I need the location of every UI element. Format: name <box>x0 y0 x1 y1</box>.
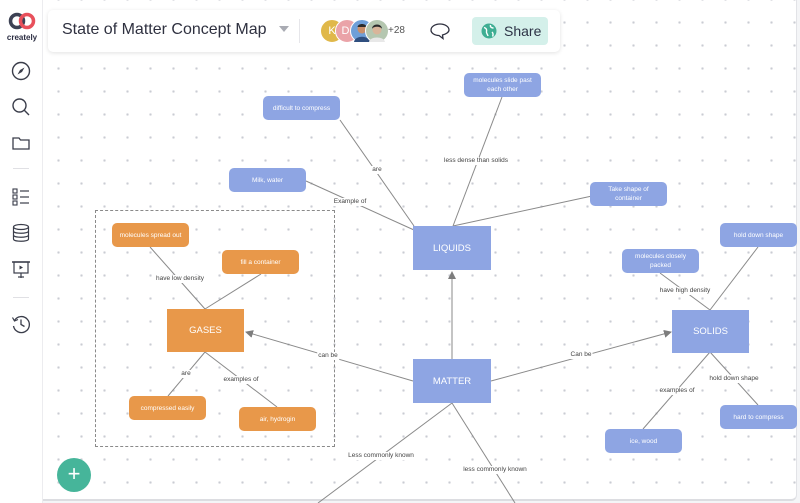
node-gases[interactable]: GASES <box>167 309 244 352</box>
node-fill-container[interactable]: fill a container <box>222 250 299 274</box>
edge-label: Example of <box>332 198 368 206</box>
edge-label: have high density <box>658 287 712 295</box>
share-button[interactable]: Share <box>472 17 548 45</box>
node-take-shape[interactable]: Take shape of container <box>590 182 667 206</box>
chevron-down-icon[interactable] <box>279 26 289 32</box>
edge-label: Less commonly known <box>347 452 415 460</box>
share-label: Share <box>504 23 542 39</box>
node-difficult-to-compress[interactable]: difficult to compress <box>263 96 340 120</box>
more-collaborators-count[interactable]: +28 <box>388 25 405 36</box>
edge-matter-lesscommon-right <box>451 402 516 503</box>
comment-icon[interactable] <box>429 22 451 40</box>
node-milk-water[interactable]: Milk, water <box>229 168 306 192</box>
node-molecules-spread[interactable]: molecules spread out <box>112 223 189 247</box>
edge-label: less commonly known <box>462 466 528 474</box>
node-hold-down-shape[interactable]: hold down shape <box>720 223 797 247</box>
user-photo-icon <box>369 24 385 42</box>
node-molecules-closely[interactable]: molecules closely packed <box>622 249 699 273</box>
add-button[interactable]: + <box>57 458 91 492</box>
edge-label: hold down shape <box>708 375 760 383</box>
edge-label: examples of <box>222 376 260 384</box>
edge-label: have low density <box>154 275 206 283</box>
node-compressed-easily[interactable]: compressed easily <box>129 396 206 420</box>
header-divider <box>299 19 300 43</box>
edge-label: are <box>180 370 192 378</box>
document-title[interactable]: State of Matter Concept Map <box>62 21 267 39</box>
edge-label: Can be <box>569 351 593 359</box>
node-hard-to-compress[interactable]: hard to compress <box>720 405 797 429</box>
document-header: State of Matter Concept Map K DI +28 Sha… <box>48 10 560 52</box>
edge-label: less dense than solids <box>443 157 509 165</box>
node-matter[interactable]: MATTER <box>413 359 491 403</box>
node-air-hydrogen[interactable]: air, hydrogin <box>239 407 316 431</box>
node-liquids[interactable]: LIQUIDS <box>413 226 491 270</box>
node-ice-wood[interactable]: ice, wood <box>605 429 682 453</box>
edge-label: are <box>371 166 383 174</box>
globe-icon <box>481 23 497 39</box>
avatar[interactable] <box>365 19 389 43</box>
edge-solids-holdnode <box>709 246 759 311</box>
edge-liquids-takeshape <box>452 195 593 227</box>
node-solids[interactable]: SOLIDS <box>672 310 749 353</box>
edge-label: examples of <box>658 387 696 395</box>
edge-label: can be <box>317 352 339 360</box>
node-molecules-slide[interactable]: molecules slide past each other <box>464 73 541 97</box>
